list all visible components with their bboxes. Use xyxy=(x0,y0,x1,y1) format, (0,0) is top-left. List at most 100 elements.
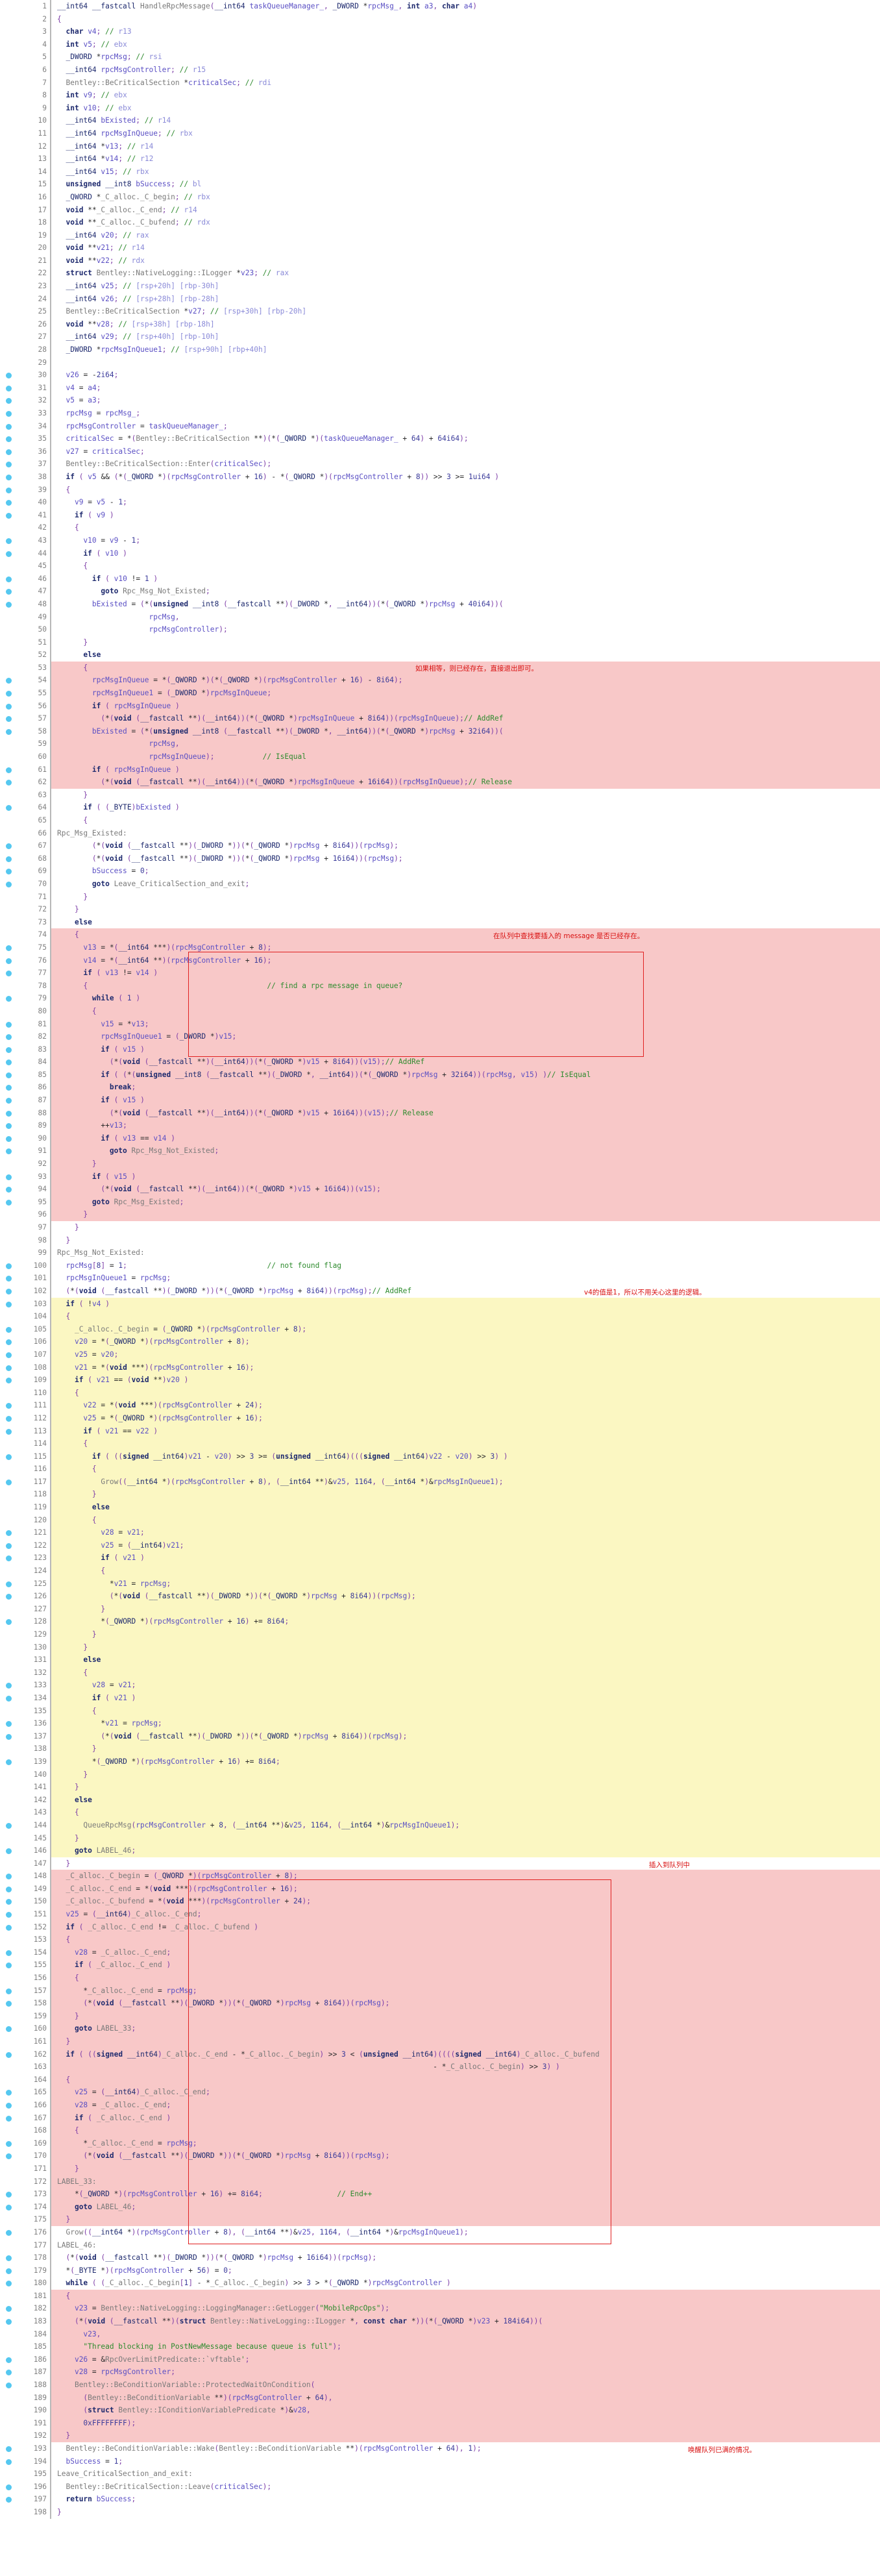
code-text[interactable]: rpcMsg, xyxy=(51,611,880,624)
code-text[interactable]: rpcMsgInQueue = *(_QWORD *)(*(_QWORD *)(… xyxy=(51,674,880,687)
code-line[interactable]: 166 v28 = _C_alloc._C_end; xyxy=(0,2098,880,2112)
code-text[interactable]: } xyxy=(51,2213,880,2226)
code-text[interactable]: bSuccess = 0; xyxy=(51,865,880,878)
code-text[interactable]: void **v21; // r14 xyxy=(51,242,880,254)
code-text[interactable]: v10 = v9 - 1; xyxy=(51,534,880,547)
code-text[interactable]: } xyxy=(51,1641,880,1654)
code-text[interactable]: while ( (_C_alloc._C_begin[1] - *_C_allo… xyxy=(51,2277,880,2290)
code-line[interactable]: 1 __int64 __fastcall HandleRpcMessage(__i… xyxy=(0,0,880,13)
code-text[interactable]: (*(void (__fastcall **)(_DWORD *))(*(_QW… xyxy=(51,1729,880,1743)
code-text[interactable]: else xyxy=(51,1653,880,1666)
code-text[interactable]: v25 = (__int64)_C_alloc._C_end; xyxy=(51,2086,880,2099)
code-line[interactable]: 96 } xyxy=(0,1208,880,1221)
code-line[interactable]: 99 Rpc_Msg_Not_Existed: xyxy=(0,1246,880,1259)
code-text[interactable]: (*(void (__fastcall **)(struct Bentley::… xyxy=(51,2315,880,2328)
code-line[interactable]: 12 __int64 *v13; // r14 xyxy=(0,140,880,153)
code-line[interactable]: 90 if ( v13 == v14 ) xyxy=(0,1132,880,1145)
code-line[interactable]: 17 void **_C_alloc._C_end; // r14 xyxy=(0,203,880,217)
code-text[interactable]: v28 = _C_alloc._C_end; xyxy=(51,1946,880,1959)
code-text[interactable]: { xyxy=(51,560,880,573)
code-line[interactable]: 195 Leave_CriticalSection_and_exit: xyxy=(0,2468,880,2481)
code-text[interactable]: v23 = Bentley::NativeLogging::LoggingMan… xyxy=(51,2302,880,2316)
code-line[interactable]: 101 rpcMsgInQueue1 = rpcMsg; xyxy=(0,1272,880,1285)
code-text[interactable]: { xyxy=(51,1437,880,1450)
code-text[interactable]: rpcMsgInQueue1 = (_DWORD *)v15; xyxy=(51,1030,880,1043)
code-text[interactable]: if ( v21 ) xyxy=(51,1552,880,1565)
code-text[interactable]: else xyxy=(51,649,880,662)
code-text[interactable]: Bentley::BeConditionVariable::ProtectedW… xyxy=(51,2379,880,2392)
code-text[interactable]: goto Leave_CriticalSection_and_exit; xyxy=(51,878,880,891)
code-line[interactable]: 123 if ( v21 ) xyxy=(0,1552,880,1565)
code-text[interactable]: int v10; // ebx xyxy=(51,102,880,115)
code-line[interactable]: 170 (*(void (__fastcall **)(_DWORD *))(*… xyxy=(0,2149,880,2162)
code-line[interactable]: 178 (*(void (__fastcall **)(_DWORD *))(*… xyxy=(0,2251,880,2264)
code-line[interactable]: 183 (*(void (__fastcall **)(struct Bentl… xyxy=(0,2315,880,2328)
code-line[interactable]: 145 } xyxy=(0,1831,880,1845)
code-line[interactable]: 149 _C_alloc._C_end = *(void ***)(rpcMsg… xyxy=(0,1882,880,1896)
code-text[interactable]: (*(void (__fastcall **)(_DWORD *))(*(_QW… xyxy=(51,1997,880,2010)
code-line[interactable]: 73 else xyxy=(0,915,880,929)
code-line[interactable]: 188 Bentley::BeConditionVariable::Protec… xyxy=(0,2379,880,2392)
code-line[interactable]: 116 { xyxy=(0,1463,880,1476)
code-text[interactable]: rpcMsgInQueue1 = (_DWORD *)rpcMsgInQueue… xyxy=(51,687,880,700)
code-text[interactable]: } xyxy=(51,1234,880,1247)
code-line[interactable]: 13 __int64 *v14; // r12 xyxy=(0,153,880,166)
code-line[interactable]: 7 Bentley::BeCriticalSection *criticalSe… xyxy=(0,76,880,90)
code-text[interactable]: { xyxy=(51,521,880,534)
code-line[interactable]: 190 (struct Bentley::IConditionVariableP… xyxy=(0,2404,880,2417)
code-line[interactable]: 157 *_C_alloc._C_end = rpcMsg; xyxy=(0,1984,880,1998)
code-line[interactable]: 9 int v10; // ebx xyxy=(0,101,880,115)
code-text[interactable]: v28 = rpcMsgController; xyxy=(51,2366,880,2379)
code-line[interactable]: 132 { xyxy=(0,1666,880,1679)
code-line[interactable]: 138 } xyxy=(0,1742,880,1755)
code-line[interactable]: 105 _C_alloc._C_begin = (_QWORD *)(rpcMs… xyxy=(0,1322,880,1336)
code-line[interactable]: 127 } xyxy=(0,1602,880,1616)
code-text[interactable]: *(_BYTE *)(rpcMsgController + 56) = 0; xyxy=(51,2264,880,2277)
code-text[interactable]: (*(void (__fastcall **)(_DWORD *))(*(_QW… xyxy=(51,2251,880,2264)
code-line[interactable]: 49 rpcMsg, xyxy=(0,610,880,624)
code-text[interactable]: rpcMsg[8] = 1; // not found flag xyxy=(51,1259,880,1272)
code-line[interactable]: 126 (*(void (__fastcall **)(_DWORD *))(*… xyxy=(0,1590,880,1603)
code-line[interactable]: 16 _QWORD *_C_alloc._C_begin; // rbx xyxy=(0,190,880,204)
code-text[interactable]: } xyxy=(51,2506,880,2519)
code-line[interactable]: 26 void **v28; // [rsp+38h] [rbp-18h] xyxy=(0,317,880,331)
code-text[interactable]: } xyxy=(51,903,880,916)
code-text[interactable]: { xyxy=(51,1386,880,1400)
code-line[interactable]: 14 __int64 v15; // rbx xyxy=(0,165,880,179)
code-line[interactable]: 156 { xyxy=(0,1972,880,1985)
code-line[interactable]: 175 } xyxy=(0,2213,880,2226)
code-text[interactable]: if ( _C_alloc._C_end != _C_alloc._C_bufe… xyxy=(51,1920,880,1934)
code-text[interactable]: (*(void (__fastcall **)(__int64))(*(_QWO… xyxy=(51,1056,880,1069)
code-text[interactable]: { xyxy=(51,1004,880,1018)
code-text[interactable]: _C_alloc._C_end = *(void ***)(rpcMsgCont… xyxy=(51,1882,880,1896)
code-line[interactable]: 69 bSuccess = 0; xyxy=(0,865,880,878)
code-line[interactable]: 171 } xyxy=(0,2162,880,2175)
code-line[interactable]: 85 if ( (*(unsigned __int8 (__fastcall *… xyxy=(0,1068,880,1082)
code-line[interactable]: 115 if ( ((signed __int64)v21 - v20) >> … xyxy=(0,1450,880,1463)
code-line[interactable]: 153 { xyxy=(0,1933,880,1946)
code-line[interactable]: 137 (*(void (__fastcall **)(_DWORD *))(*… xyxy=(0,1729,880,1743)
code-text[interactable]: goto Rpc_Msg_Existed; xyxy=(51,1195,880,1209)
code-text[interactable]: { xyxy=(51,484,880,497)
code-line[interactable]: 102 (*(void (__fastcall **)(_DWORD *))(*… xyxy=(0,1284,880,1298)
code-text[interactable]: criticalSec = *(Bentley::BeCriticalSecti… xyxy=(51,432,880,445)
code-line[interactable]: 124 { xyxy=(0,1565,880,1578)
code-line[interactable]: 192 } xyxy=(0,2429,880,2442)
code-line[interactable]: 136 *v21 = rpcMsg; xyxy=(0,1717,880,1730)
code-text[interactable]: else xyxy=(51,1501,880,1514)
code-text[interactable]: if ( v15 ) xyxy=(51,1094,880,1107)
code-line[interactable]: 112 v25 = *(_QWORD *)(rpcMsgController +… xyxy=(0,1411,880,1425)
code-line[interactable]: 182 v23 = Bentley::NativeLogging::Loggin… xyxy=(0,2302,880,2316)
code-line[interactable]: 10 __int64 bExisted; // r14 xyxy=(0,114,880,127)
code-text[interactable]: (*(void (__fastcall **)(__int64))(*(_QWO… xyxy=(51,1106,880,1120)
code-text[interactable]: v25 = v20; xyxy=(51,1348,880,1361)
code-line[interactable]: 108 v21 = *(void ***)(rpcMsgController +… xyxy=(0,1361,880,1374)
code-text[interactable]: unsigned __int8 bSuccess; // bl xyxy=(51,178,880,191)
code-line[interactable]: 100 rpcMsg[8] = 1; // not found flag xyxy=(0,1259,880,1272)
code-line[interactable]: 76 v14 = *(__int64 **)(rpcMsgController … xyxy=(0,954,880,967)
code-text[interactable]: v14 = *(__int64 **)(rpcMsgController + 1… xyxy=(51,954,880,967)
code-text[interactable]: } xyxy=(51,1742,880,1755)
code-text[interactable]: (*(void (__fastcall **)(__int64))(*(_QWO… xyxy=(51,1183,880,1196)
code-line[interactable]: 62 (*(void (__fastcall **)(__int64))(*(_… xyxy=(0,776,880,789)
code-text[interactable]: void **_C_alloc._C_end; // r14 xyxy=(51,204,880,217)
